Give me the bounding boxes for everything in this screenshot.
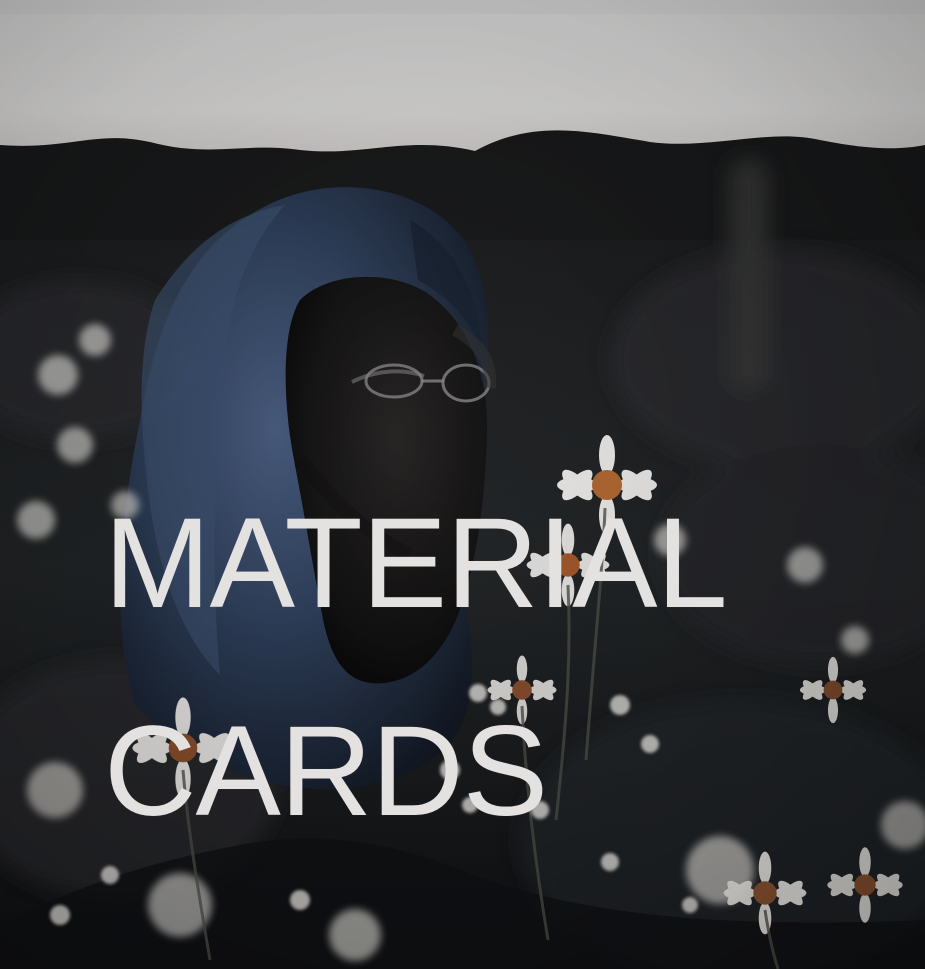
- card-title-line-1: MATERIAL: [104, 492, 728, 635]
- material-card: MATERIAL CARDS: [0, 0, 925, 969]
- card-title-line-2: CARDS: [104, 700, 548, 843]
